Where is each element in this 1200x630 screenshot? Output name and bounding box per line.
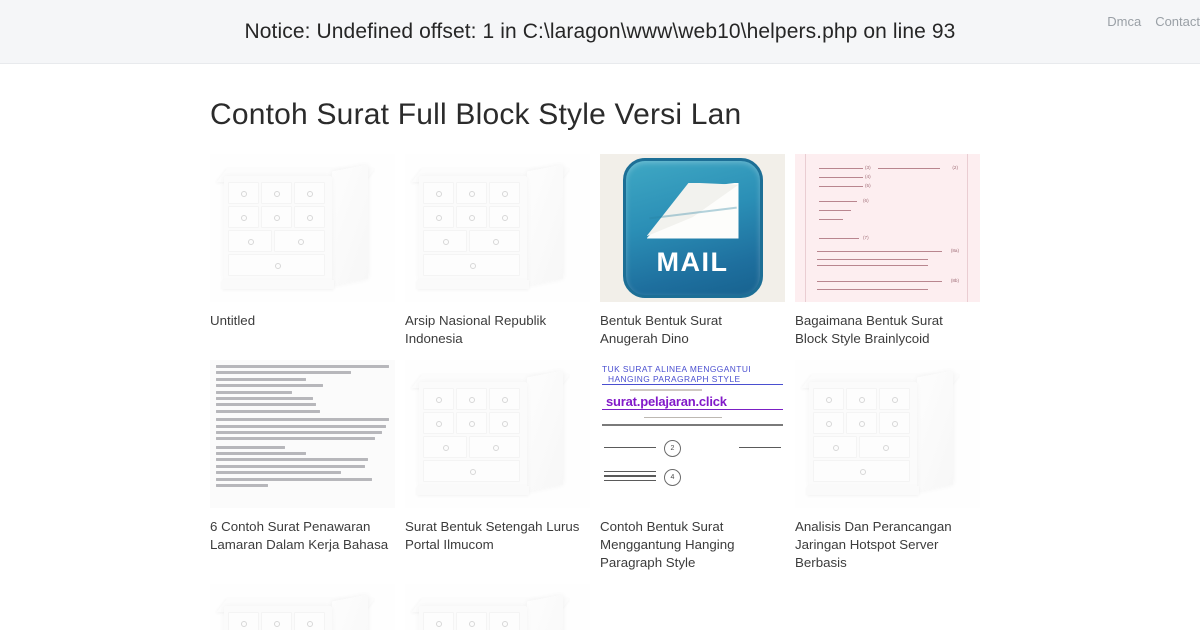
dresser-base [417,280,529,289]
diagram-heading-line1: TUK SURAT ALINEA MENGGANTUI [602,364,752,374]
gallery-item[interactable]: Analisis Dan Perancangan Jaringan Hotspo… [795,360,990,572]
gallery-item[interactable]: 6 Contoh Surat Penawaran Lamaran Dalam K… [210,360,405,572]
diagram-marker-circle: 2 [664,440,681,457]
dresser-front [224,176,332,282]
envelope-glyph [646,182,739,239]
pink-annotation: (8a) [950,248,959,253]
thumbnail-placeholder-dresser[interactable] [210,584,395,630]
mail-icon-background: MAIL [600,154,785,302]
dresser-illustration [405,154,590,302]
dresser-illustration [405,584,590,630]
main-content: Contoh Surat Full Block Style Versi Lan [0,98,1200,630]
gallery-item-caption: Bentuk Bentuk Surat Anugerah Dino [600,313,722,346]
mail-label: MAIL [656,246,729,277]
php-notice-bar: Notice: Undefined offset: 1 in C:\larago… [0,0,1200,64]
gallery-item[interactable] [210,584,405,630]
thumbnail-placeholder-dresser[interactable] [405,154,590,302]
gallery-item[interactable]: Untitled [210,154,405,348]
pink-annotation: (6) [863,198,869,203]
dresser-front [419,176,527,282]
gallery-item-caption: Analisis Dan Perancangan Jaringan Hotspo… [795,519,952,570]
dresser-side-panel [527,370,563,492]
pink-annotation: (2) [952,165,958,170]
gallery-item[interactable] [405,584,600,630]
dresser-illustration [210,584,395,630]
page-title: Contoh Surat Full Block Style Versi Lan [210,98,742,131]
pink-annotation: (4) [865,174,871,179]
pink-letter-diagram: (3) (2) (4) (5) (6) (7) (8a) (8b) [795,154,980,302]
thumbnail-placeholder-dresser[interactable] [795,360,980,508]
gallery-item-caption: Untitled [210,313,256,328]
diagram-divider [602,424,783,426]
thumbnail-mail-icon[interactable]: MAIL [600,154,785,302]
gallery-item[interactable]: TUK SURAT ALINEA MENGGANTUI HANGING PARA… [600,360,795,572]
thumbnail-hanging-paragraph-diagram[interactable]: TUK SURAT ALINEA MENGGANTUI HANGING PARA… [600,360,785,508]
gallery-item[interactable]: Arsip Nasional Republik Indonesia [405,154,600,348]
envelope-icon: MAIL [622,158,763,298]
diagram-marker-group-2: 4 [602,468,783,490]
dresser-side-panel [917,370,953,492]
gallery-item-caption: 6 Contoh Surat Penawaran Lamaran Dalam K… [210,519,389,552]
pink-annotation: (5) [865,183,871,188]
php-notice-text: Notice: Undefined offset: 1 in C:\larago… [244,19,956,43]
pink-annotation: (3) [865,165,871,170]
dresser-front [419,606,527,630]
dresser-illustration [405,360,590,508]
dresser-base [417,486,529,495]
gallery-item-caption: Surat Bentuk Setengah Lurus Portal Ilmuc… [405,519,580,552]
diagram-marker-group-1: 2 [602,440,783,460]
gallery-item-caption: Arsip Nasional Republik Indonesia [405,313,547,346]
dresser-side-panel [332,164,368,286]
dresser-front [809,382,917,488]
dresser-front [419,382,527,488]
gallery-item-caption: Contoh Bentuk Surat Menggantung Hanging … [600,519,735,570]
diagram-line-left [604,447,656,449]
hanging-paragraph-diagram: TUK SURAT ALINEA MENGGANTUI HANGING PARA… [600,360,785,508]
nav-link-contact[interactable]: Contact [1155,14,1200,29]
dresser-base [807,486,919,495]
diagram-marker-circle: 4 [664,469,681,486]
dresser-base [222,280,334,289]
diagram-line-stack [604,471,656,484]
gallery-item[interactable]: Surat Bentuk Setengah Lurus Portal Ilmuc… [405,360,600,572]
diagram-heading-line2: HANGING PARAGRAPH STYLE [602,374,783,385]
dresser-illustration [795,360,980,508]
nav-link-dmca[interactable]: Dmca [1107,14,1141,29]
pink-annotation: (8b) [950,278,959,283]
thumbnail-pink-letter-template[interactable]: (3) (2) (4) (5) (6) (7) (8a) (8b) [795,154,980,302]
thumbnail-scanned-letter[interactable] [210,360,395,508]
diagram-bar-secondary [644,417,722,418]
diagram-line-right [739,447,781,449]
gallery-item[interactable]: (3) (2) (4) (5) (6) (7) (8a) (8b) Bagaim… [795,154,990,348]
pink-annotation: (7) [863,235,869,240]
top-navigation: Dmca Contact [1107,14,1200,29]
gallery-item-caption: Bagaimana Bentuk Surat Block Style Brain… [795,313,943,346]
image-gallery-grid: Untitled Arsip Nasional Republik Indones… [210,154,1000,630]
thumbnail-placeholder-dresser[interactable] [405,360,590,508]
dresser-side-panel [332,594,368,630]
dresser-illustration [210,154,395,302]
thumbnail-placeholder-dresser[interactable] [210,154,395,302]
dresser-side-panel [527,594,563,630]
scanned-letter-document [210,360,395,508]
dresser-side-panel [527,164,563,286]
diagram-watermark-url: surat.pelajaran.click [602,394,783,410]
gallery-item[interactable]: MAIL Bentuk Bentuk Surat Anugerah Dino [600,154,795,348]
diagram-bar [630,389,702,391]
thumbnail-placeholder-dresser[interactable] [405,584,590,630]
dresser-front [224,606,332,630]
